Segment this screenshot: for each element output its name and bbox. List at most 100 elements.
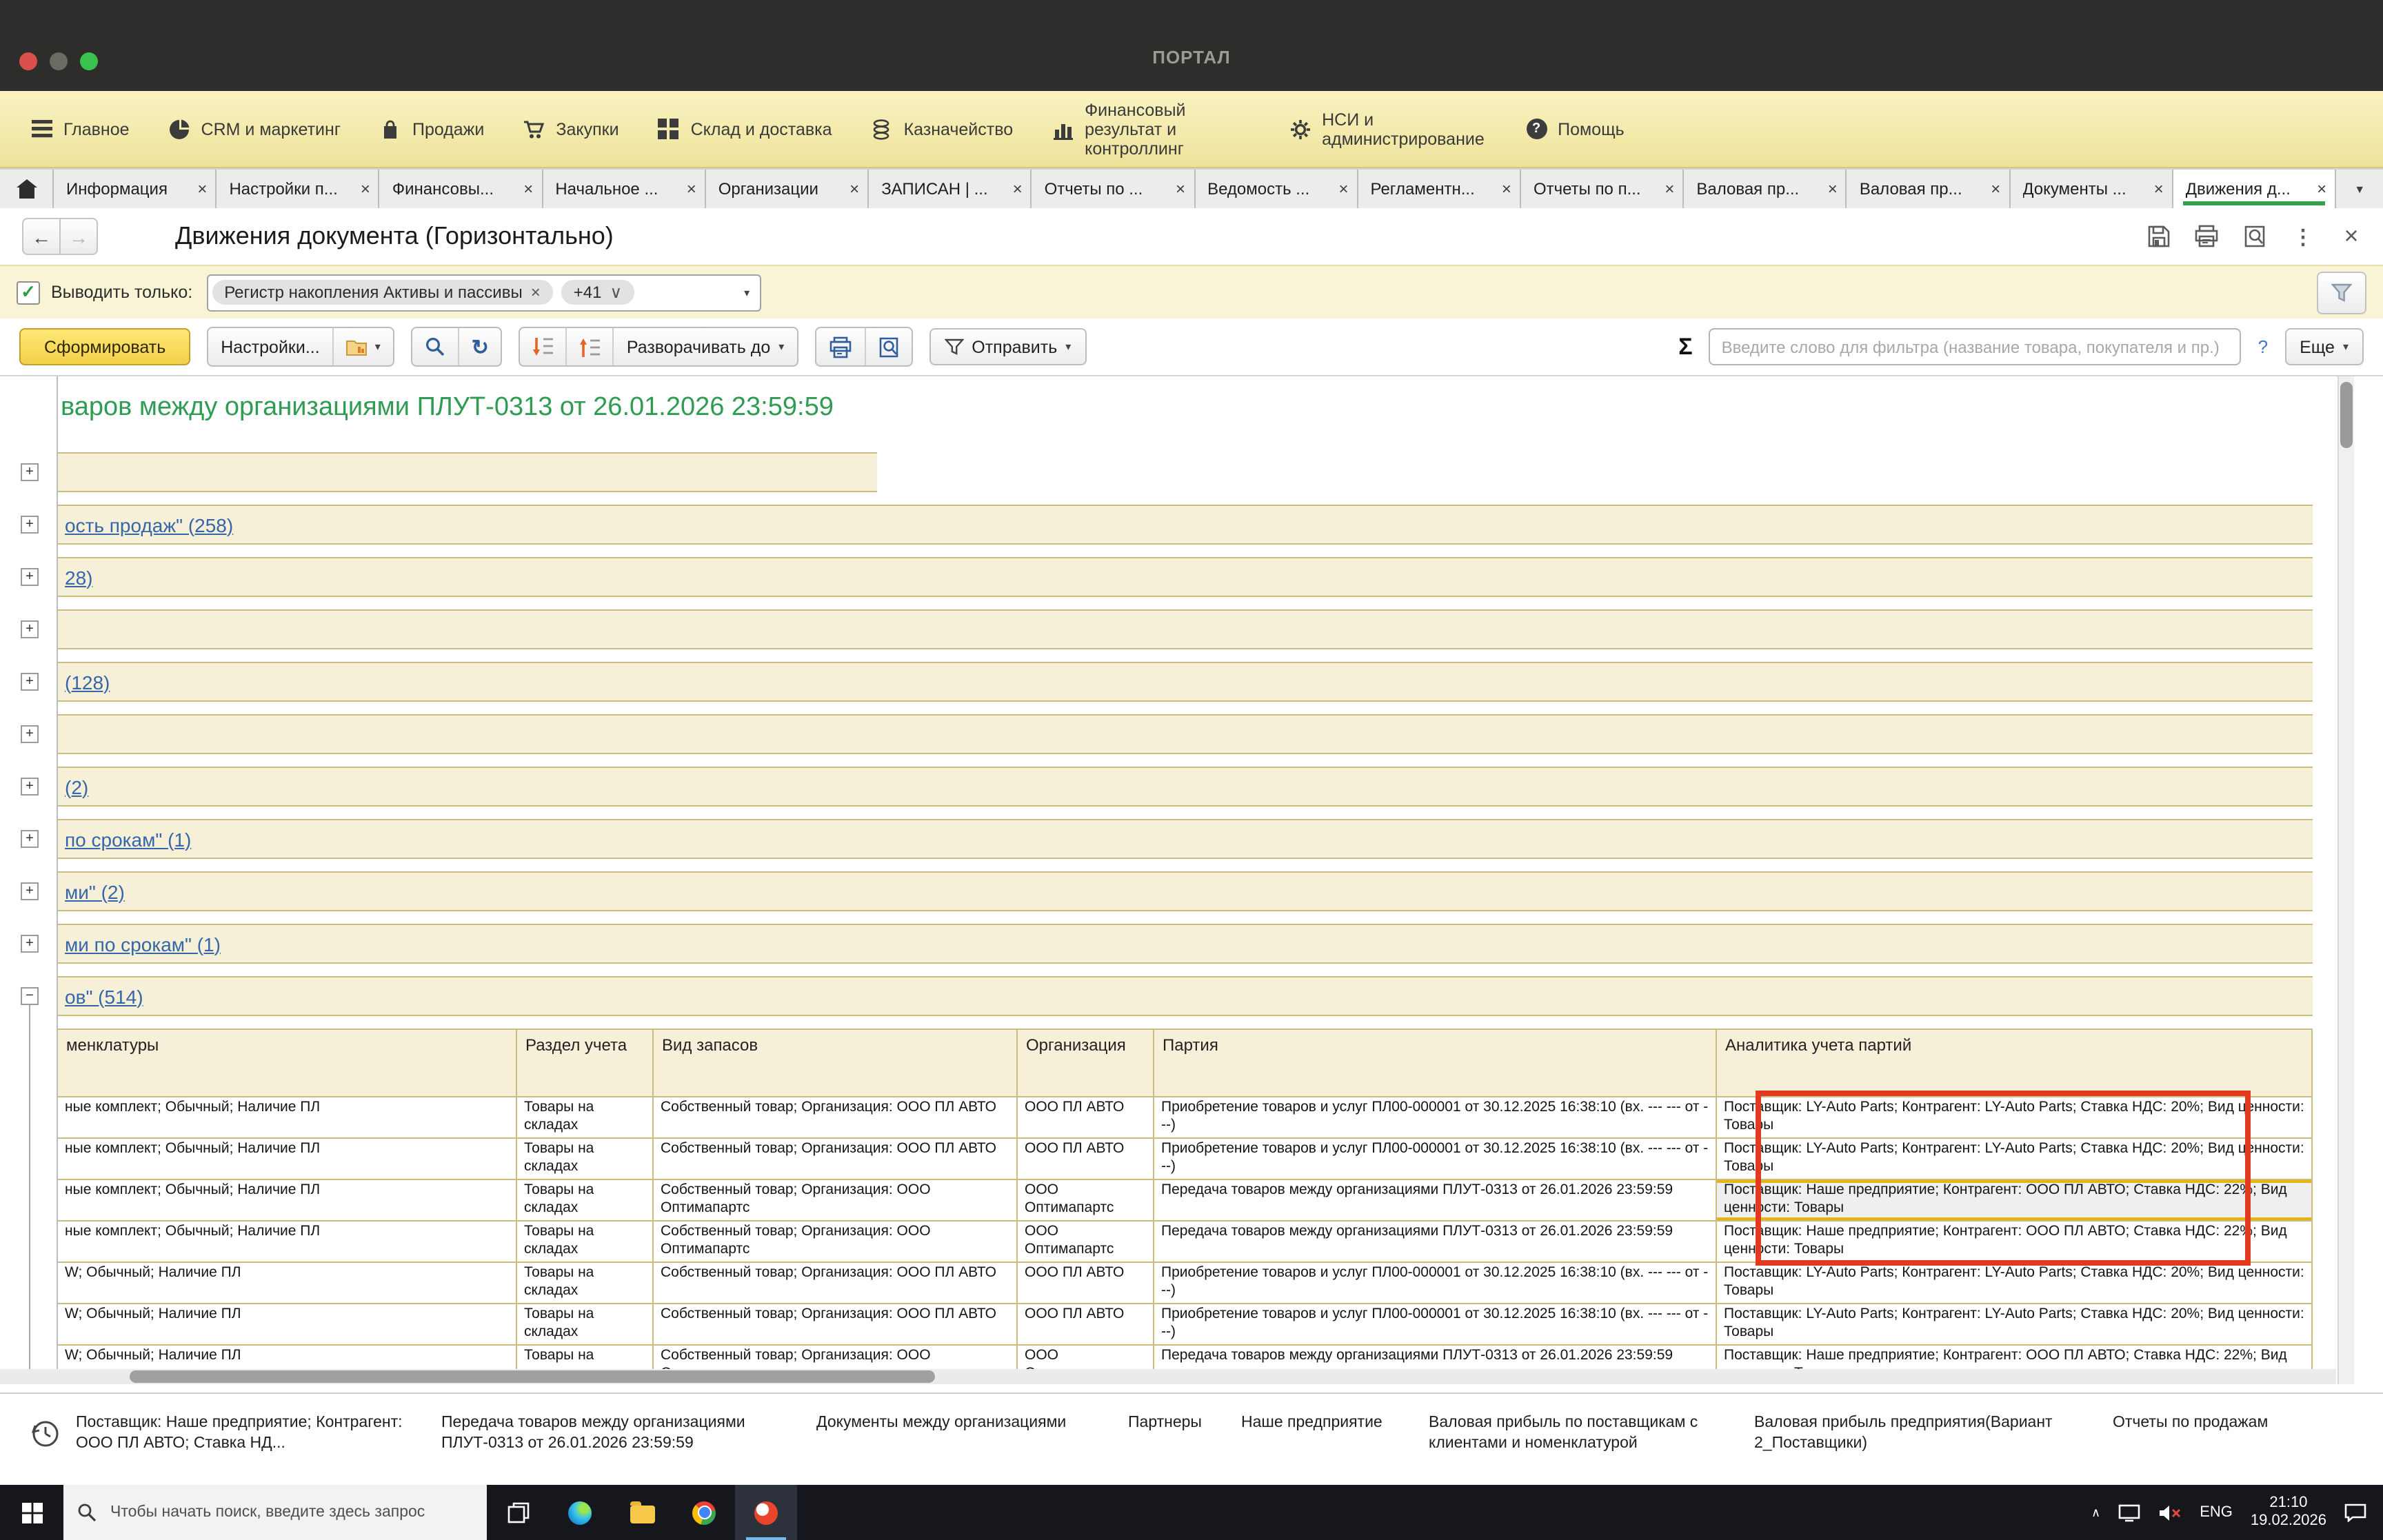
settings-button[interactable]: Настройки... <box>208 328 333 365</box>
close-tab-icon[interactable]: × <box>849 179 859 199</box>
cell[interactable]: ООО Оптимапартс <box>1018 1180 1154 1220</box>
close-form-icon[interactable]: × <box>2339 224 2364 249</box>
edge-icon[interactable] <box>549 1485 611 1540</box>
column-header[interactable]: Вид запасов <box>654 1030 1018 1096</box>
cell[interactable]: ные комплект; Обычный; Наличие ПЛ <box>58 1222 517 1262</box>
group-expander[interactable]: + <box>21 463 39 481</box>
column-header[interactable]: Организация <box>1018 1030 1154 1096</box>
report-variants-button[interactable]: ▾ <box>334 328 393 365</box>
more-button[interactable]: Еще ▾ <box>2284 328 2364 365</box>
sum-sigma-icon[interactable]: Σ <box>1678 333 1692 361</box>
task-view-icon[interactable] <box>487 1485 549 1540</box>
history-item[interactable]: Отчеты по продажам <box>2113 1413 2320 1434</box>
group-band[interactable]: ов" (514) <box>58 976 2313 1016</box>
close-tab-icon[interactable]: × <box>197 179 207 199</box>
history-item[interactable]: Документы между организациями <box>816 1413 1140 1434</box>
cell[interactable]: Товары на складах <box>517 1180 654 1220</box>
send-button[interactable]: Отправить ▾ <box>929 328 1086 365</box>
print-preview-icon[interactable] <box>2242 224 2267 249</box>
cell[interactable]: Приобретение товаров и услуг ПЛ00-000001… <box>1154 1097 1717 1137</box>
column-header[interactable]: Партия <box>1154 1030 1717 1096</box>
tab-otchety-po-p[interactable]: Отчеты по п...× <box>1521 170 1684 208</box>
group-link[interactable]: ов" (514) <box>65 985 143 1007</box>
cell[interactable]: Товары на складах <box>517 1263 654 1303</box>
close-tab-icon[interactable]: × <box>1338 179 1348 199</box>
close-tab-icon[interactable]: × <box>1502 179 1511 199</box>
group-link[interactable]: (128) <box>65 671 110 693</box>
expand-to-button[interactable]: Разворачивать до▾ <box>614 328 796 365</box>
tray-chevron-icon[interactable]: ∧ <box>2091 1505 2100 1520</box>
search-button[interactable] <box>412 328 459 365</box>
cell[interactable]: ООО Оптимапартс <box>1018 1222 1154 1262</box>
repeat-search-button[interactable]: ↻ <box>459 328 501 365</box>
menu-item-finresult[interactable]: Финансовый результат и контроллинг <box>1043 94 1258 163</box>
group-band[interactable] <box>58 452 877 492</box>
forward-button[interactable]: → <box>61 218 98 255</box>
tab-nachalnoe[interactable]: Начальное ...× <box>543 170 705 208</box>
history-clock-icon[interactable] <box>30 1419 61 1449</box>
menu-item-help[interactable]: ? Помощь <box>1518 113 1633 145</box>
menu-item-warehouse[interactable]: Склад и доставка <box>650 112 841 145</box>
cell[interactable]: ные комплект; Обычный; Наличие ПЛ <box>58 1139 517 1179</box>
save-icon[interactable] <box>2146 224 2171 249</box>
group-expander[interactable]: + <box>21 725 39 743</box>
chrome-icon[interactable] <box>673 1485 735 1540</box>
group-expander[interactable]: + <box>21 568 39 586</box>
expand-groups-button[interactable] <box>567 328 614 365</box>
group-expander[interactable]: − <box>21 987 39 1005</box>
history-item[interactable]: Партнеры <box>1128 1413 1225 1434</box>
cell[interactable]: ные комплект; Обычный; Наличие ПЛ <box>58 1180 517 1220</box>
filter-settings-button[interactable] <box>2317 271 2366 314</box>
show-only-checkbox[interactable]: ✓ <box>17 281 40 304</box>
history-item[interactable]: Поставщик: Наше предприятие; Контрагент:… <box>76 1413 414 1455</box>
cell[interactable]: ООО ПЛ АВТО <box>1018 1139 1154 1179</box>
horizontal-scrollbar-thumb[interactable] <box>130 1370 935 1383</box>
tab-otchety-po[interactable]: Отчеты по ...× <box>1032 170 1195 208</box>
history-item[interactable]: Наше предприятие <box>1241 1413 1407 1434</box>
language-indicator[interactable]: ENG <box>2200 1504 2233 1521</box>
menu-item-main[interactable]: Главное <box>22 112 138 145</box>
horizontal-scrollbar[interactable] <box>0 1369 2336 1384</box>
close-tab-icon[interactable]: × <box>1665 179 1674 199</box>
history-item[interactable]: Передача товаров между организациями ПЛУ… <box>441 1413 793 1455</box>
tab-nastroyki[interactable]: Настройки п...× <box>217 170 379 208</box>
cell[interactable]: ные комплект; Обычный; Наличие ПЛ <box>58 1097 517 1137</box>
register-chip[interactable]: Регистр накопления Активы и пассивы × <box>212 280 553 305</box>
menu-item-sales[interactable]: Продажи <box>371 112 492 145</box>
tab-organizatsii[interactable]: Организации× <box>706 170 869 208</box>
speaker-muted-icon[interactable] <box>2158 1503 2182 1521</box>
cell[interactable]: W; Обычный; Наличие ПЛ <box>58 1263 517 1303</box>
help-link[interactable]: ? <box>2258 336 2268 357</box>
tab-dvizheniya-active[interactable]: Движения д...× <box>2173 170 2336 208</box>
tab-vedomost[interactable]: Ведомость ...× <box>1195 170 1358 208</box>
tab-finansovy[interactable]: Финансовы...× <box>380 170 543 208</box>
print-icon[interactable] <box>2194 224 2219 249</box>
vertical-scrollbar-thumb[interactable] <box>2340 382 2353 448</box>
onec-app-icon[interactable] <box>735 1485 797 1540</box>
notification-icon[interactable] <box>2344 1503 2366 1522</box>
close-tab-icon[interactable]: × <box>523 179 533 199</box>
remove-chip-icon[interactable]: × <box>531 283 541 302</box>
group-band[interactable]: 28) <box>58 557 2313 597</box>
menu-item-purchases[interactable]: Закупки <box>514 112 627 145</box>
register-filter-select[interactable]: Регистр накопления Активы и пассивы × +4… <box>206 274 761 311</box>
menu-item-treasury[interactable]: Казначейство <box>863 112 1022 145</box>
group-expander[interactable]: + <box>21 778 39 796</box>
cell[interactable]: Поставщик: LY-Auto Parts; Контрагент: LY… <box>1717 1304 2313 1344</box>
close-tab-icon[interactable]: × <box>361 179 370 199</box>
history-item[interactable]: Валовая прибыль по поставщикам с клиента… <box>1429 1413 1735 1455</box>
file-explorer-icon[interactable] <box>611 1485 673 1540</box>
group-link[interactable]: 28) <box>65 566 92 588</box>
cell[interactable]: Собственный товар; Организация: ООО Опти… <box>654 1222 1018 1262</box>
group-link[interactable]: ми по срокам" (1) <box>65 933 221 955</box>
menu-item-nsi-admin[interactable]: НСИ и администрирование <box>1280 104 1496 154</box>
menu-item-crm[interactable]: CRM и маркетинг <box>160 112 349 145</box>
taskbar-clock[interactable]: 21:10 19.02.2026 <box>2251 1495 2326 1530</box>
close-tab-icon[interactable]: × <box>1828 179 1838 199</box>
group-link[interactable]: ми" (2) <box>65 880 125 902</box>
cell[interactable]: Приобретение товаров и услуг ПЛ00-000001… <box>1154 1263 1717 1303</box>
group-expander[interactable]: + <box>21 620 39 638</box>
cell[interactable]: Собственный товар; Организация: ООО ПЛ А… <box>654 1263 1018 1303</box>
cell[interactable]: ООО ПЛ АВТО <box>1018 1263 1154 1303</box>
group-link[interactable]: по срокам" (1) <box>65 828 191 850</box>
